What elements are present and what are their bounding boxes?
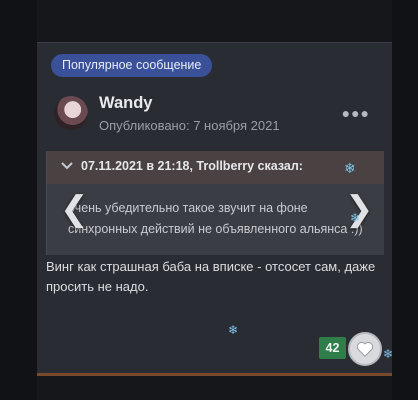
left-margin [0, 0, 37, 400]
ellipsis-icon[interactable]: ●●● [342, 105, 370, 121]
snowflake-icon: ❄ [344, 160, 356, 176]
author-name[interactable]: Wandy [99, 94, 152, 113]
snowflake-icon: ❄ [228, 323, 239, 337]
quote-text: очень убедительно такое звучит на фоне с… [68, 201, 363, 236]
post-text: Винг как страшная баба на вписке - отсос… [46, 259, 376, 294]
post-card: Популярное сообщение Wandy Опубликовано:… [37, 42, 392, 376]
chevron-left-icon[interactable]: ❮ [60, 192, 89, 226]
snowflake-icon: ❄ [350, 211, 361, 225]
chevron-down-icon[interactable] [61, 160, 73, 175]
quote-title: 07.11.2021 в 21:18, Trollberry сказал: [81, 159, 303, 173]
popular-badge: Популярное сообщение [51, 54, 213, 77]
snowflake-icon: ❄ [383, 347, 394, 361]
card-bottom-border [37, 373, 392, 376]
quote-header[interactable]: 07.11.2021 в 21:18, Trollberry сказал: [47, 151, 384, 184]
reaction-count[interactable]: 42 [319, 337, 346, 359]
heart-icon[interactable] [348, 332, 382, 366]
right-margin [392, 0, 418, 400]
avatar[interactable] [54, 96, 88, 130]
quote-block: 07.11.2021 в 21:18, Trollberry сказал: о… [46, 151, 384, 255]
publish-date: Опубликовано: 7 ноября 2021 [99, 118, 280, 133]
